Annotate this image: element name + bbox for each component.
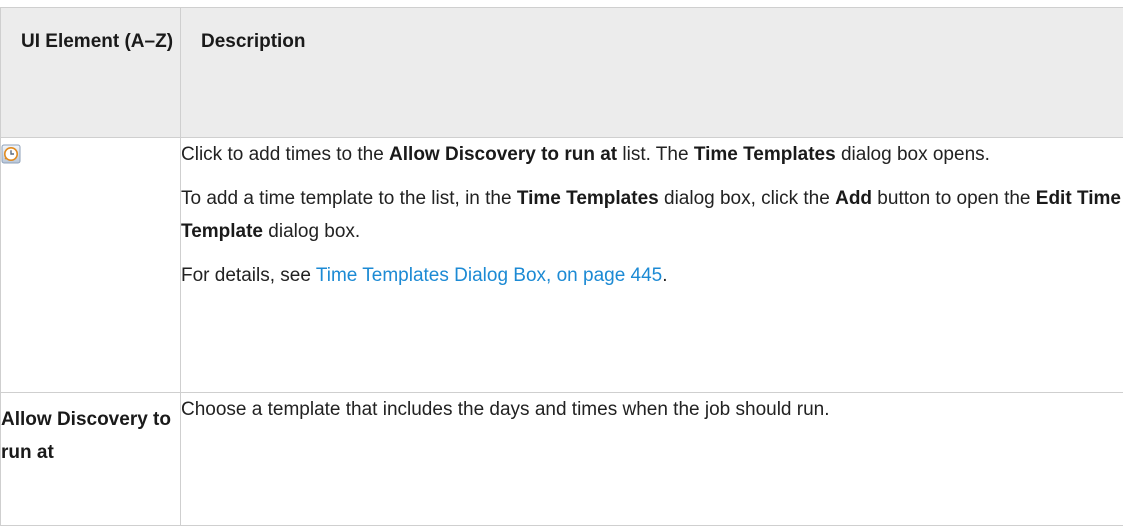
table-header-row: UI Element (A–Z) Description: [0, 7, 1123, 138]
description-paragraph: For details, see Time Templates Dialog B…: [181, 265, 668, 286]
ui-element-cell: Allow Discovery to run at: [0, 392, 181, 526]
header-ui-element: UI Element (A–Z): [0, 7, 181, 138]
time-templates-dialog-link[interactable]: Time Templates Dialog Box, on page 445: [316, 265, 662, 286]
description-cell: Click to add times to the Allow Discover…: [180, 137, 1123, 393]
table-row: Click to add times to the Allow Discover…: [0, 137, 1123, 393]
description-paragraph: Click to add times to the Allow Discover…: [181, 144, 990, 165]
description-paragraph: To add a time template to the list, in t…: [181, 188, 1121, 242]
header-description: Description: [180, 7, 1123, 138]
ui-element-cell: [0, 137, 181, 393]
time-template-clock-icon: [1, 142, 21, 164]
description-cell: Choose a template that includes the days…: [180, 392, 1123, 526]
ui-element-table: UI Element (A–Z) Description Click to ad…: [0, 7, 1123, 526]
table-row: Allow Discovery to run at Choose a templ…: [0, 392, 1123, 526]
